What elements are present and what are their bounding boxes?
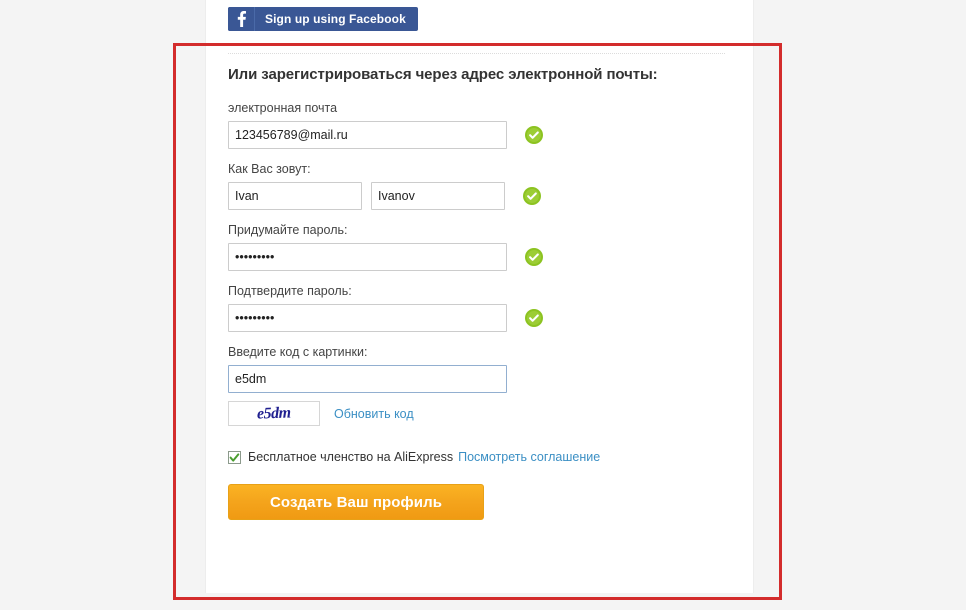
password-input[interactable]: [228, 243, 507, 271]
agreement-row: Бесплатное членство на AliExpress Посмот…: [228, 450, 728, 464]
email-label: электронная почта: [228, 101, 338, 115]
facebook-signup-button[interactable]: Sign up using Facebook: [228, 7, 418, 31]
password-input-row: [228, 243, 728, 271]
membership-checkbox[interactable]: [228, 450, 241, 464]
create-profile-button[interactable]: Создать Ваш профиль: [228, 484, 484, 520]
password-field-group: Придумайте пароль:: [228, 223, 728, 271]
refresh-captcha-link[interactable]: Обновить код: [334, 407, 414, 421]
agreement-link[interactable]: Посмотреть соглашение: [458, 450, 600, 464]
agreement-text: Бесплатное членство на AliExpress: [248, 450, 454, 464]
email-input[interactable]: [228, 121, 507, 149]
name-label: Как Вас зовут:: [228, 162, 311, 176]
green-check-icon: [523, 187, 541, 205]
captcha-field-group: Введите код с картинки: e5dm Обновить ко…: [228, 345, 728, 426]
password-confirm-input[interactable]: [228, 304, 507, 332]
email-field-group: электронная почта: [228, 101, 728, 149]
password-confirm-field-group: Подтвердите пароль:: [228, 284, 728, 332]
captcha-image: e5dm: [228, 401, 320, 426]
green-check-icon: [525, 248, 543, 266]
first-name-input[interactable]: [228, 182, 362, 210]
last-name-input[interactable]: [371, 182, 505, 210]
email-signup-form: Или зарегистрироваться через адрес элект…: [228, 66, 728, 520]
password-label: Придумайте пароль:: [228, 223, 348, 237]
captcha-image-text: e5dm: [256, 403, 292, 423]
captcha-input[interactable]: [228, 365, 507, 393]
facebook-signup-label: Sign up using Facebook: [265, 12, 406, 26]
form-heading: Или зарегистрироваться через адрес элект…: [228, 66, 658, 83]
captcha-image-row: e5dm Обновить код: [228, 401, 728, 426]
password-confirm-label: Подтвердите пароль:: [228, 284, 352, 298]
facebook-f-icon: [228, 7, 255, 31]
green-check-icon: [525, 309, 543, 327]
name-input-row: [228, 182, 728, 210]
captcha-label: Введите код с картинки:: [228, 345, 368, 359]
name-field-group: Как Вас зовут:: [228, 162, 728, 210]
email-input-row: [228, 121, 728, 149]
green-check-icon: [525, 126, 543, 144]
section-divider: [228, 53, 725, 54]
page-root: Sign up using Facebook Или зарегистриров…: [0, 0, 966, 610]
password-confirm-input-row: [228, 304, 728, 332]
captcha-input-row: [228, 365, 728, 393]
